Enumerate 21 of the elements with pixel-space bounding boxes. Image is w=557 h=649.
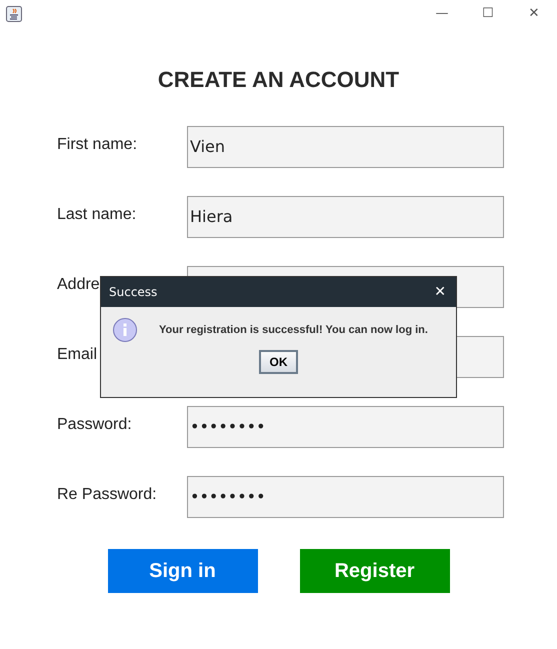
close-button[interactable]: ✕ (511, 0, 557, 28)
sign-in-button[interactable]: Sign in (108, 549, 258, 593)
text-field[interactable]: •••••••• (187, 476, 504, 518)
dialog-message: Your registration is successful! You can now log in. (159, 322, 428, 338)
dialog-title: Success (109, 284, 158, 301)
ok-button[interactable]: OK (259, 350, 298, 374)
text-field[interactable]: Vien (187, 126, 504, 168)
field-label: Email (57, 345, 98, 365)
text-field[interactable]: Hiera (187, 196, 504, 238)
register-button[interactable]: Register (300, 549, 450, 593)
close-button[interactable]: ✕ (434, 282, 446, 302)
text-field[interactable]: •••••••• (187, 406, 504, 448)
minimize-button[interactable]: — (419, 0, 465, 28)
field-label: Last name: (57, 205, 136, 225)
field-label: Addre (57, 275, 100, 295)
field-label: First name: (57, 135, 138, 155)
page-heading: CREATE AN ACCOUNT (156, 66, 400, 94)
info-icon (112, 317, 138, 343)
field-label: Re Password: (57, 485, 157, 505)
field-label: Password: (57, 415, 132, 435)
maximize-button[interactable]: ☐ (465, 0, 511, 28)
